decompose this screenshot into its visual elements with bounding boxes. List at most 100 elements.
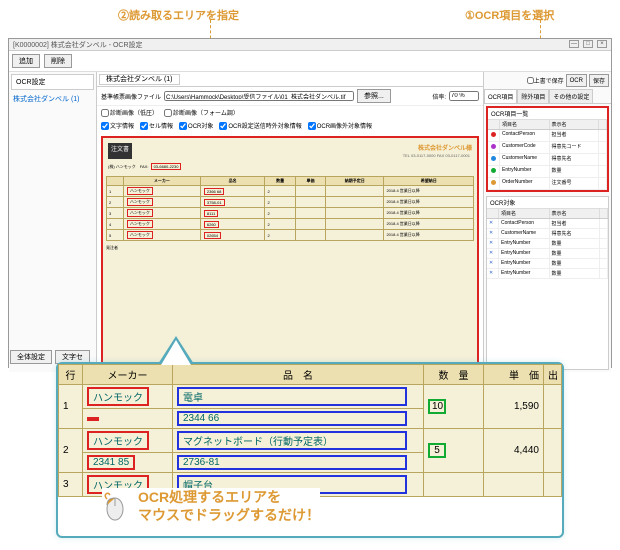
left-tab-ocr[interactable]: OCR設定	[11, 74, 94, 90]
code-box[interactable]: 2736-81	[177, 455, 407, 470]
filepath-label: 基準帳票画像ファイル	[101, 92, 161, 101]
minimize-button[interactable]: —	[569, 40, 579, 48]
zoom-caption: OCR処理するエリアを マウスでドラッグするだけ！	[102, 488, 320, 524]
zoom-label: 倍率:	[432, 92, 446, 101]
color-dot	[491, 156, 496, 161]
zoom-table: 行 メーカー 品 名 数 量 単 価 出 1 ハンモック 電卓 10 1,590…	[58, 364, 562, 497]
th-row	[107, 177, 124, 186]
tab-ocr-items[interactable]: OCR項目	[484, 89, 517, 103]
target-row[interactable]: ✕EntryNumber数量	[487, 259, 608, 269]
code-box[interactable]: 2341 85	[87, 455, 135, 470]
fax-number-box[interactable]: 03-6680-2230	[151, 163, 182, 170]
grid-header-name: 項目名	[500, 120, 550, 129]
ocr-item-list: OCR項目一覧 項目名 表示名 ContactPerson担当者 Custome…	[486, 106, 609, 192]
color-dot	[491, 168, 496, 173]
maker-box[interactable]: ハンモック	[87, 387, 149, 406]
zoom-th-maker: メーカー	[83, 365, 173, 385]
zoom-th-ext: 出	[544, 365, 562, 385]
check-ocr-send-ext[interactable]: OCR設定送信時外対象情報	[219, 121, 301, 130]
zoom-th-row: 行	[59, 365, 83, 385]
table-row[interactable]: 3ハンモック811122018.4 営業日以降	[107, 208, 474, 219]
zoom-detail-panel: 行 メーカー 品 名 数 量 単 価 出 1 ハンモック 電卓 10 1,590…	[56, 362, 564, 538]
delete-button[interactable]: 削除	[44, 54, 72, 68]
target-row[interactable]: ✕EntryNumber数量	[487, 269, 608, 279]
ocr-item-row[interactable]: EntryNumber数量	[488, 166, 607, 178]
target-header-display: 表示名	[550, 209, 601, 218]
tab-exclude[interactable]: 除外項目	[517, 89, 549, 103]
color-dot	[491, 144, 496, 149]
grid-header-display: 表示名	[550, 120, 600, 129]
zoom-th-price: 単 価	[484, 365, 544, 385]
zoom-row: 2 ハンモック マグネットボード（行動予定表） 5 4,440	[59, 429, 562, 453]
filepath-input[interactable]	[164, 91, 354, 101]
caption-line-1: OCR処理するエリアを	[138, 488, 320, 506]
table-row[interactable]: 2ハンモック3758-0122018.4 営業日以降	[107, 197, 474, 208]
fax-to: (株) ハンモック FAX:	[108, 164, 150, 169]
ocr-item-row[interactable]: CustomerCode得意先コード	[488, 142, 607, 154]
ocr-item-row[interactable]: ContactPerson担当者	[488, 130, 607, 142]
target-row[interactable]: ✕CustomerName得意先名	[487, 229, 608, 239]
th-date1: 納期予定日	[326, 177, 384, 186]
qty-box[interactable]: 5	[428, 443, 446, 458]
ocr-target-list: OCR対象 項目名 表示名 ✕ContactPerson担当者 ✕Custome…	[486, 196, 609, 370]
check-ocr-image-ext[interactable]: OCR画像外対象情報	[308, 121, 372, 130]
check-diag-low[interactable]: 診断画像（低圧）	[101, 108, 158, 117]
table-row[interactable]: 1ハンモック2366 6822018.4 営業日以降	[107, 186, 474, 197]
target-row[interactable]: ✕EntryNumber数量	[487, 249, 608, 259]
th-date2: 希望納日	[384, 177, 474, 186]
close-button[interactable]: ×	[597, 40, 607, 48]
fax-sender: 発注者	[106, 245, 474, 251]
zoom-th-qty: 数 量	[424, 365, 484, 385]
center-panel: 株式会社ダンベル (1) 基準帳票画像ファイル 参照... 倍率: 診断画像（低…	[97, 72, 483, 372]
th-qty: 数量	[265, 177, 295, 186]
fax-title: 注文書	[108, 143, 132, 159]
check-cell-info[interactable]: セル情報	[140, 121, 173, 130]
right-panel: 上書で保存 OCR 保存 OCR項目 除外項目 その他の設定 OCR項目一覧 項…	[483, 72, 611, 372]
caption-line-2: マウスでドラッグするだけ！	[138, 506, 320, 524]
fax-table: メーカー 品名 数量 単価 納期予定日 希望納日 1ハンモック2366 6822…	[106, 176, 474, 241]
left-panel: OCR設定 株式会社ダンベル (1)	[9, 72, 97, 372]
add-button[interactable]: 追加	[12, 54, 40, 68]
zoom-input[interactable]	[449, 91, 479, 101]
color-dot	[491, 132, 496, 137]
maximize-button[interactable]: □	[583, 40, 593, 48]
document-preview[interactable]: 注文書 株式会社ダンベル様 TEL 03-0117-0000 FAX 03-01…	[101, 136, 479, 368]
app-window: [K0000002] 株式会社ダンベル - OCR設定 — □ × 追加 削除 …	[8, 38, 612, 368]
check-ocr-target[interactable]: OCR対象	[179, 121, 213, 130]
tab-other[interactable]: その他の設定	[549, 89, 593, 103]
name-box[interactable]: 電卓	[177, 387, 407, 406]
check-text-info[interactable]: 文字情報	[101, 121, 134, 130]
ocr-target-title: OCR対象	[487, 197, 608, 209]
titlebar: [K0000002] 株式会社ダンベル - OCR設定 — □ ×	[9, 39, 611, 51]
target-header-name: 項目名	[499, 209, 550, 218]
center-tab-company[interactable]: 株式会社ダンベル (1)	[99, 74, 180, 85]
color-dot	[491, 180, 496, 185]
window-title: [K0000002] 株式会社ダンベル - OCR設定	[13, 40, 143, 49]
ocr-list-title: OCR項目一覧	[488, 108, 607, 120]
fax-tel: TEL 03-0117-0000 FAX 03-0117-0001	[401, 152, 472, 159]
code-box[interactable]: 2344 66	[177, 411, 407, 426]
th-name: 品名	[200, 177, 265, 186]
global-settings-button[interactable]: 全体設定	[10, 350, 52, 364]
target-row[interactable]: ✕EntryNumber数量	[487, 239, 608, 249]
code-box[interactable]	[87, 417, 99, 421]
mouse-icon	[102, 491, 128, 521]
name-box[interactable]: マグネットボード（行動予定表）	[177, 431, 407, 450]
table-row[interactable]: 4ハンモック626022018.4 営業日以降	[107, 219, 474, 230]
ocr-item-row[interactable]: CustomerName得意先名	[488, 154, 607, 166]
maker-box[interactable]: ハンモック	[87, 431, 149, 450]
check-diag-form[interactable]: 診断画像（フォーム調）	[164, 108, 239, 117]
browse-button[interactable]: 参照...	[357, 89, 391, 103]
target-row[interactable]: ✕ContactPerson担当者	[487, 219, 608, 229]
left-item-company[interactable]: 株式会社ダンベル (1)	[9, 92, 96, 106]
qty-box[interactable]: 10	[428, 399, 446, 414]
annotation-2: ②読み取るエリアを指定	[118, 7, 239, 23]
table-row[interactable]: 5ハンモック0265422018.4 営業日以降	[107, 230, 474, 241]
th-unit: 単価	[295, 177, 325, 186]
save-button[interactable]: 保存	[589, 74, 609, 87]
ocr-button[interactable]: OCR	[566, 74, 587, 87]
overwrite-check[interactable]: 上書で保存	[527, 74, 564, 87]
zoom-row: 1 ハンモック 電卓 10 1,590	[59, 385, 562, 409]
th-maker: メーカー	[123, 177, 200, 186]
ocr-item-row[interactable]: OrderNumber注文番号	[488, 178, 607, 190]
